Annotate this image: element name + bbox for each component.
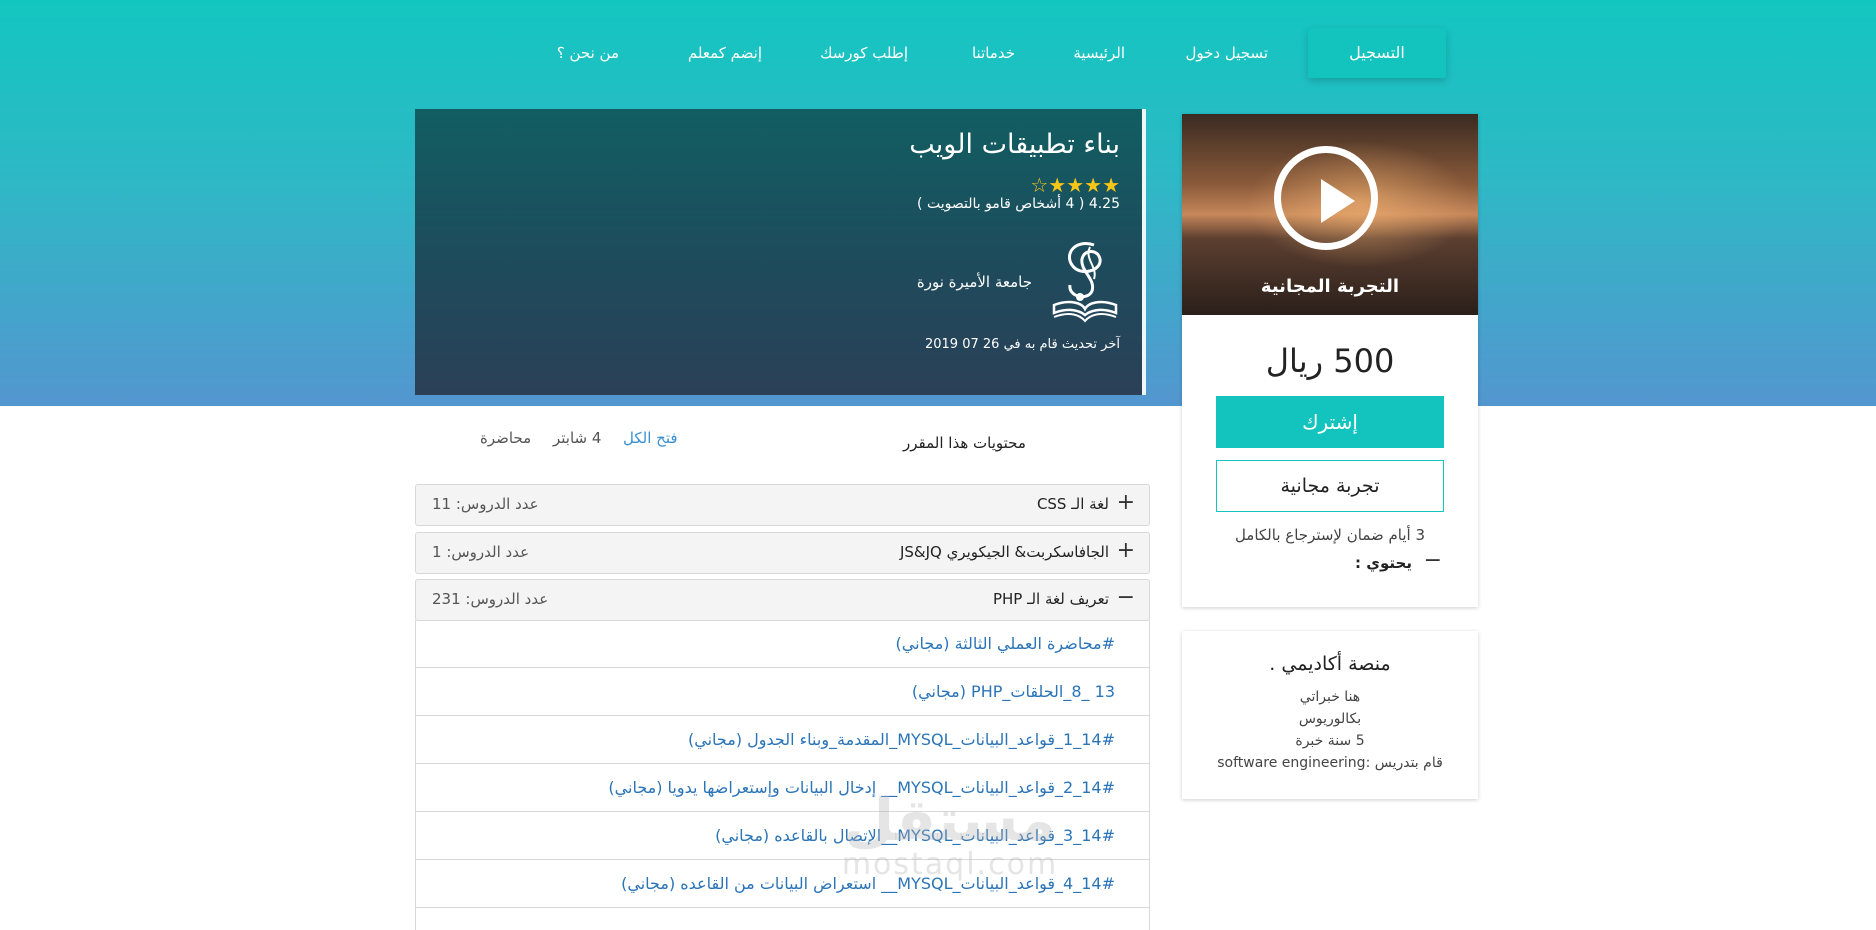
nav-home[interactable]: الرئيسية <box>1073 44 1125 62</box>
nav-services[interactable]: خدماتنا <box>972 44 1015 62</box>
lesson-list: #محاضرة العملي الثالثة (مجاني) 13 _8_الح… <box>415 620 1150 930</box>
list-item: 14#_4_قواعد_البيانات_MYSQL__ استعراض الب… <box>416 860 1149 908</box>
section-php[interactable]: − تعريف لغة الـ PHP عدد الدروس: 231 <box>415 579 1150 621</box>
nav-about-us[interactable]: من نحن ؟ <box>557 44 619 62</box>
contains-toggle[interactable]: يحتوي : <box>1355 554 1412 572</box>
rating-stars: ★★★★☆ <box>1030 173 1120 197</box>
university-name: جامعة الأميرة نورة <box>916 273 1032 291</box>
list-item: #محاضرة العملي الثالثة (مجاني) <box>416 620 1149 668</box>
section-css[interactable]: + لغة الـ CSS عدد الدروس: 11 <box>415 484 1150 526</box>
nav-login[interactable]: تسجيل دخول <box>1186 44 1269 62</box>
lesson-count: عدد الدروس: 11 <box>432 495 539 513</box>
lesson-link[interactable]: #محاضرة العملي الثالثة (مجاني) <box>895 634 1115 653</box>
lesson-count: عدد الدروس: 1 <box>432 543 530 561</box>
list-item: 14#_2_قواعد_البيانات_MYSQL__ إدخال البيا… <box>416 764 1149 812</box>
lesson-link[interactable]: 14#_4_قواعد_البيانات_MYSQL__ استعراض الب… <box>621 874 1115 893</box>
minus-icon: − <box>1116 585 1135 610</box>
play-icon[interactable] <box>1274 146 1378 250</box>
video-preview[interactable]: التجربة المجانية <box>1182 114 1478 315</box>
contents-title: محتويات هذا المقرر <box>903 434 1026 452</box>
university-logo-icon <box>1052 242 1118 323</box>
guarantee-text: 3 أيام ضمان لإسترجاع بالكامل <box>1234 526 1426 544</box>
last-update: آخر تحديث قام به في 26 07 2019 <box>924 337 1120 352</box>
lectures-label: محاضرة <box>480 429 532 447</box>
section-title: الجافاسكربت& الجيكويري JS&JQ <box>899 543 1109 561</box>
instructor-line: قام بتدريس :software engineering <box>1217 755 1443 771</box>
lesson-link[interactable]: 14#_2_قواعد_البيانات_MYSQL__ إدخال البيا… <box>608 778 1115 797</box>
section-js-jq[interactable]: + الجافاسكربت& الجيكويري JS&JQ عدد الدرو… <box>415 532 1150 574</box>
section-title: لغة الـ CSS <box>1036 495 1109 513</box>
minus-icon[interactable]: − <box>1424 548 1442 573</box>
chapters-count: 4 شابتر <box>553 429 602 447</box>
free-trial-button[interactable]: تجربة مجانية <box>1216 460 1444 512</box>
top-navigation: التسجيل تسجيل دخول الرئيسية خدماتنا إطلب… <box>0 28 1876 80</box>
nav-join-as-teacher[interactable]: إنضم كمعلم <box>688 44 762 62</box>
instructor-name: منصة أكاديمي . <box>1269 653 1391 675</box>
list-item: 13 _8_الحلقات_PHP (مجاني) <box>416 668 1149 716</box>
rating-text: 4.25 ( 4 أشخاص قامو بالتصويت ) <box>917 196 1120 212</box>
list-item: 14#_1_قواعد_البيانات_MYSQL_المقدمة_وبناء… <box>416 716 1149 764</box>
section-title: تعريف لغة الـ PHP <box>992 590 1109 608</box>
lesson-count: عدد الدروس: 231 <box>432 590 549 608</box>
plus-icon: + <box>1116 490 1135 515</box>
lesson-link[interactable]: 14#_1_قواعد_البيانات_MYSQL_المقدمة_وبناء… <box>688 730 1115 749</box>
list-item: 14#_3_قواعد_البيانات_MYSQL__الإتصال بالق… <box>416 812 1149 860</box>
course-header: بناء تطبيقات الويب ★★★★☆ 4.25 ( 4 أشخاص … <box>415 109 1146 395</box>
plus-icon: + <box>1116 538 1135 563</box>
instructor-card: منصة أكاديمي . هنا خبراتي بكالوريوس 5 سن… <box>1182 631 1478 799</box>
lesson-link[interactable]: 13 _8_الحلقات_PHP (مجاني) <box>912 682 1115 701</box>
register-button[interactable]: التسجيل <box>1308 28 1446 78</box>
course-title: بناء تطبيقات الويب <box>909 129 1120 160</box>
nav-request-course[interactable]: إطلب كورسك <box>820 44 908 62</box>
instructor-line: هنا خبراتي <box>1299 689 1361 705</box>
course-price: 500 ريال <box>1265 342 1395 380</box>
instructor-line: 5 سنة خبرة <box>1295 733 1365 749</box>
pricing-card: التجربة المجانية 500 ريال إشترك تجربة مج… <box>1182 114 1478 607</box>
video-label: التجربة المجانية <box>1260 276 1400 297</box>
lesson-link[interactable]: 14#_3_قواعد_البيانات_MYSQL__الإتصال بالق… <box>715 826 1115 845</box>
subscribe-button[interactable]: إشترك <box>1216 396 1444 448</box>
expand-all-link[interactable]: فتح الكل <box>623 429 678 447</box>
instructor-line: بكالوريوس <box>1298 711 1362 727</box>
